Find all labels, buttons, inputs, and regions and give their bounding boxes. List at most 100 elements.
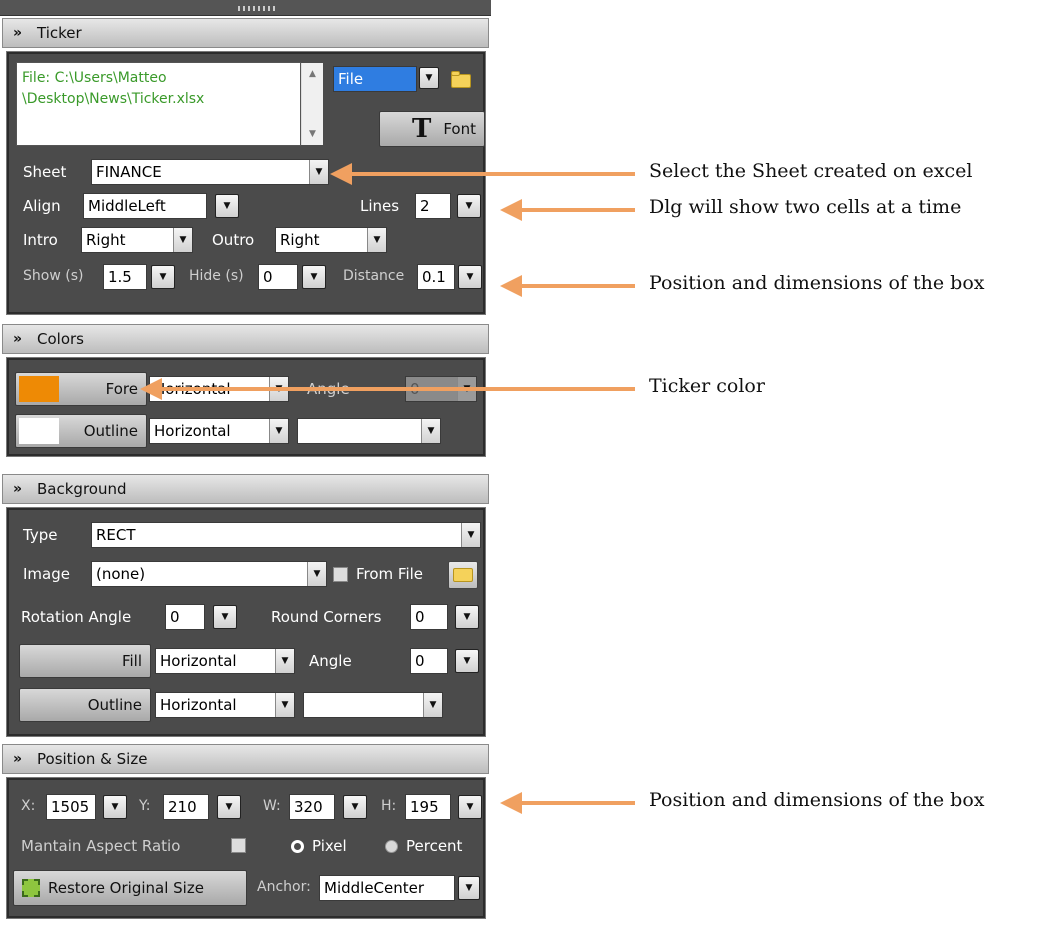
browse-folder-button[interactable] [445,68,475,90]
scroll-down-icon[interactable]: ▼ [309,129,316,139]
resize-icon [22,879,40,897]
align-dropdown-button[interactable]: ▼ [215,194,239,218]
bg-fill-gradient-value: Horizontal [160,652,237,670]
bg-image-label: Image [23,565,70,583]
chevron-down-icon: ▼ [221,612,229,622]
percent-radio[interactable] [385,840,398,853]
colors-header-label: Colors [37,330,84,348]
anchor-select[interactable]: MiddleCenter [319,875,455,901]
annotation-arrow-head [500,275,522,297]
bg-browse-button[interactable] [448,561,478,589]
position-header-label: Position & Size [37,750,148,768]
bg-image-select[interactable]: (none) ▼ [91,561,327,587]
distance-select[interactable]: 0.1 [417,264,455,290]
bg-outline-extra-select[interactable]: ▼ [303,692,443,718]
background-header[interactable]: » Background [2,474,489,504]
outline-gradient-select[interactable]: Horizontal ▼ [149,418,289,444]
round-corners-select[interactable]: 0 [410,604,448,630]
w-dropdown-button[interactable]: ▼ [343,795,367,819]
pixel-radio[interactable] [291,840,304,853]
chevron-down-icon: ▼ [463,656,471,666]
hide-dropdown-button[interactable]: ▼ [302,265,326,289]
rotation-dropdown-button[interactable]: ▼ [213,605,237,629]
distance-dropdown-button[interactable]: ▼ [458,265,482,289]
round-corners-label: Round Corners [271,608,382,626]
lines-dropdown-button[interactable]: ▼ [457,194,481,218]
annotation-arrow-line [520,208,635,212]
y-dropdown-button[interactable]: ▼ [217,795,241,819]
annotation-arrow-head [330,163,352,185]
show-select[interactable]: 1.5 [103,264,147,290]
chevron-down-icon: ▼ [173,228,192,252]
lines-value: 2 [420,197,430,215]
outro-select[interactable]: Right ▼ [275,227,387,253]
ticker-header[interactable]: » Ticker [2,18,489,48]
outro-label: Outro [212,231,255,249]
chevron-down-icon: ▼ [275,693,294,717]
annotation-sheet: Select the Sheet created on excel [649,160,973,182]
bg-outline-button[interactable]: Outline [19,688,151,722]
y-select[interactable]: 210 [163,794,209,820]
sheet-select[interactable]: FINANCE ▼ [91,159,329,185]
hide-select[interactable]: 0 [258,264,298,290]
rotation-select[interactable]: 0 [165,604,205,630]
round-corners-dropdown-button[interactable]: ▼ [455,605,479,629]
annotation-fore: Ticker color [649,375,765,397]
x-select[interactable]: 1505 [46,794,96,820]
chevron-down-icon: ▼ [269,419,288,443]
collapse-chevron-icon: » [13,331,23,347]
chevron-down-icon: ▼ [310,272,318,282]
align-label: Align [23,197,61,215]
colors-panel: Fore Horizontal ▼ Angle 0 ▼ Outline Hori… [6,357,486,457]
from-file-label: From File [356,565,424,583]
font-button[interactable]: T Font [379,111,485,147]
w-select[interactable]: 320 [289,794,335,820]
lines-select[interactable]: 2 [415,193,451,219]
align-select[interactable]: MiddleLeft [83,193,207,219]
hide-value: 0 [263,268,273,286]
bg-type-select[interactable]: RECT ▼ [91,522,481,548]
bg-angle-dropdown-button[interactable]: ▼ [455,649,479,673]
scroll-up-icon[interactable]: ▲ [309,69,316,79]
show-value: 1.5 [108,268,132,286]
sheet-label: Sheet [23,163,67,181]
anchor-dropdown-button[interactable]: ▼ [458,876,480,900]
collapse-chevron-icon: » [13,25,23,41]
chevron-down-icon: ▼ [461,523,480,547]
h-dropdown-button[interactable]: ▼ [458,795,482,819]
h-select[interactable]: 195 [405,794,451,820]
bg-outline-label: Outline [87,696,142,714]
annotation-arrow-line [520,801,635,805]
restore-size-button[interactable]: Restore Original Size [13,870,247,906]
bg-fill-gradient-select[interactable]: Horizontal ▼ [155,648,295,674]
source-select[interactable]: File [333,66,417,92]
annotation-show: Position and dimensions of the box [649,272,985,294]
source-dropdown-button[interactable]: ▼ [419,67,439,89]
x-dropdown-button[interactable]: ▼ [103,795,127,819]
outro-value: Right [280,231,320,249]
outline-extra-select[interactable]: ▼ [297,418,441,444]
h-value: 195 [410,798,439,816]
position-header[interactable]: » Position & Size [2,744,489,774]
anchor-value: MiddleCenter [324,879,425,897]
ticker-header-label: Ticker [37,24,82,42]
chevron-down-icon: ▼ [351,802,359,812]
colors-header[interactable]: » Colors [2,324,489,354]
bg-angle-select[interactable]: 0 [410,648,448,674]
bg-angle-value: 0 [415,652,425,670]
intro-select[interactable]: Right ▼ [81,227,193,253]
show-dropdown-button[interactable]: ▼ [151,265,175,289]
file-path-scrollbar[interactable]: ▲ ▼ [301,63,323,145]
bg-outline-gradient-select[interactable]: Horizontal ▼ [155,692,295,718]
intro-value: Right [86,231,126,249]
bg-fill-button[interactable]: Fill [19,644,151,678]
pixel-label: Pixel [312,837,347,855]
aspect-ratio-checkbox[interactable] [231,838,246,853]
w-label: W: [263,798,281,814]
hide-label: Hide (s) [189,268,244,284]
font-t-icon: T [411,114,432,144]
file-path-box[interactable]: File: C:\Users\Matteo \Desktop\News\Tick… [16,62,301,146]
from-file-checkbox[interactable] [333,567,348,582]
resize-grip[interactable] [238,6,278,11]
annotation-arrow-line [520,284,635,288]
